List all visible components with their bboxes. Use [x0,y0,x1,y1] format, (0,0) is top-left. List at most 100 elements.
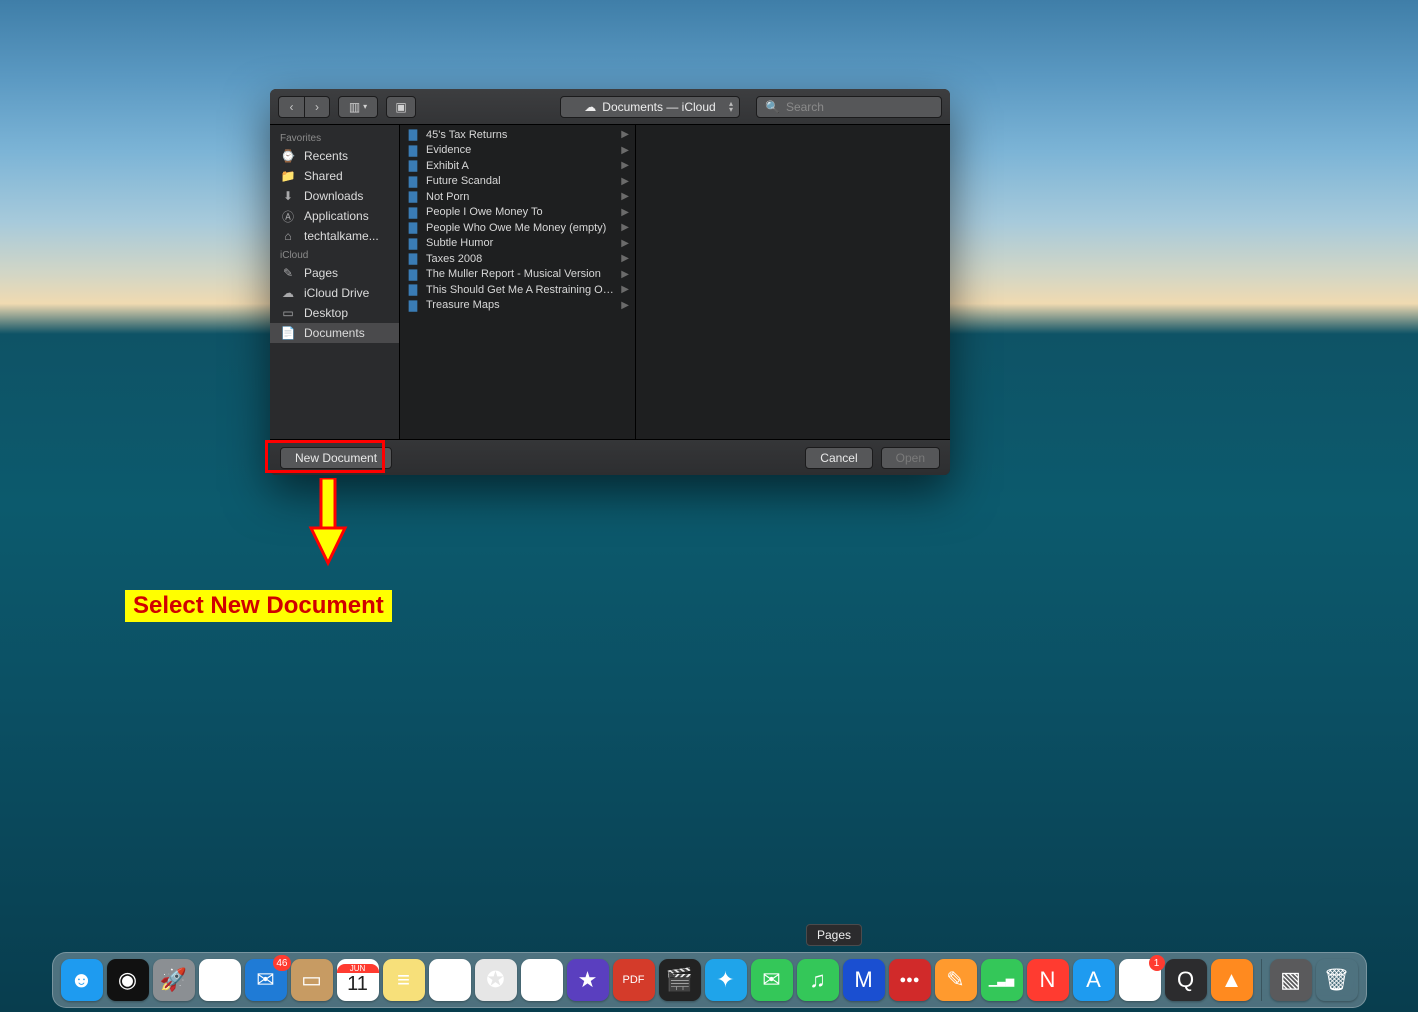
dock-chrome[interactable]: ◎ [199,959,241,1001]
dock-finder[interactable]: ☻ [61,959,103,1001]
dock-1password[interactable]: ●●● [889,959,931,1001]
folder-icon: ▇ [406,299,420,312]
dock-vlc[interactable]: ▲ [1211,959,1253,1001]
file-row[interactable]: ▇Subtle Humor▶ [400,236,635,252]
file-row[interactable]: ▇Not Porn▶ [400,189,635,205]
file-row[interactable]: ▇Future Scandal▶ [400,174,635,190]
dock-appstore[interactable]: A [1073,959,1115,1001]
file-row[interactable]: ▇Treasure Maps▶ [400,298,635,314]
sidebar-item-label: Recents [304,149,348,163]
file-row[interactable]: ▇People Who Owe Me Money (empty)▶ [400,220,635,236]
chevron-right-icon: ▶ [621,129,629,140]
dock-container: ☻◉🚀◎✉46▭JUN11≡≣✪✿★PDF🎬✦✉♫M●●●✎▁▃▅NA⚒1Q▲▧… [0,952,1418,1012]
dock-reminders[interactable]: ≣ [429,959,471,1001]
back-button[interactable]: ‹ [278,96,304,118]
file-row[interactable]: ▇Exhibit A▶ [400,158,635,174]
sidebar-item-recents[interactable]: ⌚Recents [270,146,399,166]
dock-itunes[interactable]: ♫ [797,959,839,1001]
chevron-right-icon: ▶ [621,300,629,311]
file-row[interactable]: ▇People I Owe Money To▶ [400,205,635,221]
dock-calendar[interactable]: JUN11 [337,959,379,1001]
file-name: This Should Get Me A Restraining Order [426,284,615,296]
file-name: Evidence [426,144,615,156]
dock-news[interactable]: N [1027,959,1069,1001]
doc-icon: 📄 [280,326,296,340]
home-icon: ⌂ [280,229,296,243]
open-button[interactable]: Open [881,447,940,469]
dock-pages[interactable]: ✎ [935,959,977,1001]
numbers-icon: ▁▃▅ [989,974,1014,987]
file-row[interactable]: ▇Evidence▶ [400,143,635,159]
dock: ☻◉🚀◎✉46▭JUN11≡≣✪✿★PDF🎬✦✉♫M●●●✎▁▃▅NA⚒1Q▲▧… [52,952,1367,1008]
file-name: Exhibit A [426,160,615,172]
sidebar-item-pages[interactable]: ✎ Pages [270,263,399,283]
dock-siri[interactable]: ◉ [107,959,149,1001]
sidebar-item-shared[interactable]: 📁 Shared [270,166,399,186]
calendar-day: 11 [347,973,368,996]
pages-icon: ✎ [280,266,296,280]
search-field[interactable]: 🔍 Search [756,96,942,118]
chevron-right-icon: › [315,100,319,114]
dock-numbers[interactable]: ▁▃▅ [981,959,1023,1001]
sidebar-item-techtalkame-[interactable]: ⌂techtalkame... [270,226,399,246]
cancel-button[interactable]: Cancel [805,447,872,469]
dock-contacts[interactable]: ▭ [291,959,333,1001]
updown-icon: ▴▾ [729,101,733,113]
1password-icon: ●●● [900,974,920,986]
chevron-right-icon: ▶ [621,176,629,187]
dock-separator [1261,959,1262,1001]
sidebar-item-desktop[interactable]: ▭Desktop [270,303,399,323]
folder-icon: ▇ [406,268,420,281]
dock-launchpad[interactable]: 🚀 [153,959,195,1001]
dock-tooltip: Pages [806,924,862,946]
path-popup[interactable]: ☁ Documents — iCloud ▴▾ [560,96,740,118]
sidebar-item-documents[interactable]: 📄Documents [270,323,399,343]
file-name: People Who Owe Me Money (empty) [426,222,615,234]
sidebar-item-label: Applications [304,209,369,223]
folder-icon: 📁 [280,169,296,183]
file-row[interactable]: ▇45's Tax Returns▶ [400,127,635,143]
cloud-icon: ☁ [584,100,596,114]
launchpad-icon: 🚀 [160,967,187,993]
dock-photos[interactable]: ✿ [521,959,563,1001]
file-name: People I Owe Money To [426,206,615,218]
view-mode-button[interactable]: ▥ ▾ [338,96,378,118]
folder-icon: ▇ [406,237,420,250]
folder-icon: ▇ [406,283,420,296]
dock-quicktime[interactable]: Q [1165,959,1207,1001]
dock-mail[interactable]: ✉46 [245,959,287,1001]
dock-clapper[interactable]: 🎬 [659,959,701,1001]
file-row[interactable]: ▇The Muller Report - Musical Version▶ [400,267,635,283]
dock-pdf[interactable]: PDF [613,959,655,1001]
sidebar-item-label: Pages [304,266,338,280]
chevron-right-icon: ▶ [621,253,629,264]
sidebar-item-downloads[interactable]: ⬇Downloads [270,186,399,206]
dock-trash[interactable]: 🗑 [1316,959,1358,1001]
dock-malware[interactable]: M [843,959,885,1001]
news-icon: N [1040,967,1056,993]
pdf-icon: PDF [623,974,645,986]
dock-maps[interactable]: ✪ [475,959,517,1001]
folder-icon: ▇ [406,206,420,219]
file-row[interactable]: ▇This Should Get Me A Restraining Order▶ [400,282,635,298]
sidebar-item-label: iCloud Drive [304,286,369,300]
dock-downloads-stack[interactable]: ▧ [1270,959,1312,1001]
sidebar-header: iCloud [270,246,399,263]
quicktime-icon: Q [1177,967,1194,993]
sidebar-item-applications[interactable]: ⒶApplications [270,206,399,226]
sidebar-item-icloud-drive[interactable]: ☁ iCloud Drive [270,283,399,303]
sidebar-item-label: Shared [304,169,343,183]
cloud-icon: ☁ [280,286,296,300]
forward-button[interactable]: › [304,96,330,118]
mail-icon: ✉ [256,967,274,993]
contacts-icon: ▭ [301,967,322,993]
group-button[interactable]: ▣ [386,96,416,118]
xcode-icon: ⚒ [1130,967,1150,993]
download-icon: ⬇ [280,189,296,203]
file-row[interactable]: ▇Taxes 2008▶ [400,251,635,267]
dock-safari[interactable]: ✦ [705,959,747,1001]
dock-imovie[interactable]: ★ [567,959,609,1001]
dock-messages[interactable]: ✉ [751,959,793,1001]
dock-notes[interactable]: ≡ [383,959,425,1001]
dock-xcode[interactable]: ⚒1 [1119,959,1161,1001]
